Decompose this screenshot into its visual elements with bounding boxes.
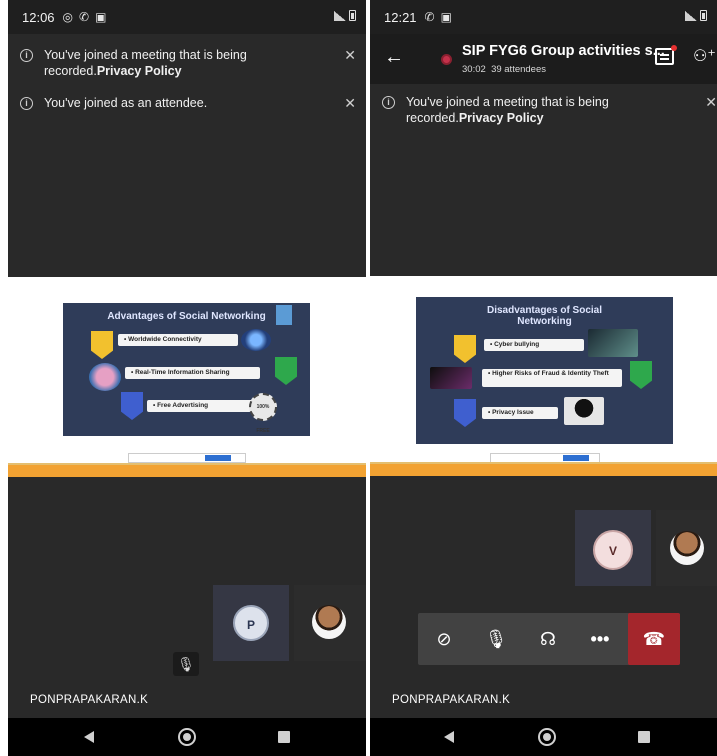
left-phone-screen: 12:06 ◎ ✆ ▣ i You've joined a meeting th… <box>8 0 366 756</box>
back-icon[interactable] <box>444 731 454 743</box>
slide-decoration <box>276 305 292 325</box>
shared-screen-taskbar <box>370 462 717 476</box>
bullet-marker <box>454 399 476 427</box>
mic-off-icon[interactable]: 🎙 <box>470 613 522 665</box>
participant-tile[interactable]: P <box>213 585 289 661</box>
privacy-policy-link[interactable]: Privacy Policy <box>97 64 182 78</box>
mic-muted-icon: 🎙 <box>173 652 199 676</box>
call-controls: ⊘ 🎙 ☊ ••• ☎ <box>418 613 680 665</box>
chat-icon[interactable] <box>655 45 677 65</box>
home-icon[interactable] <box>178 728 196 746</box>
devices-image <box>89 363 121 391</box>
notice-message: You've joined a meeting that is being re… <box>406 94 676 126</box>
close-icon[interactable]: ✕ <box>344 47 356 63</box>
system-indicators <box>685 10 707 21</box>
shared-screen-taskbar <box>8 463 366 477</box>
recents-icon[interactable] <box>638 731 650 743</box>
attendee-count: 39 attendees <box>491 64 546 75</box>
info-icon: i <box>382 96 395 109</box>
slide-bullet: • Real-Time Information Sharing <box>125 367 260 379</box>
shared-screen[interactable]: Disadvantages of Social Networking • Cyb… <box>370 276 717 463</box>
status-time: 12:21 <box>384 9 417 25</box>
home-icon[interactable] <box>538 728 556 746</box>
speaker-name-label: PONPRAPAKARAN.K <box>30 694 149 706</box>
slide-bullet: • Worldwide Connectivity <box>118 334 238 346</box>
status-bar: 12:21 ✆ ▣ <box>370 0 717 34</box>
back-arrow-icon[interactable]: ← <box>384 46 404 69</box>
self-video-tile[interactable] <box>294 585 366 661</box>
hang-up-button[interactable]: ☎ <box>628 613 680 665</box>
phone-icon: ✆ <box>79 10 90 24</box>
presentation-slide: Advantages of Social Networking • Worldw… <box>63 303 310 436</box>
free-badge: 100% FREE <box>249 393 277 434</box>
meeting-subtitle: 30:02 39 attendees <box>462 64 546 75</box>
phone-icon: ✆ <box>424 10 435 24</box>
right-phone-screen: 12:21 ✆ ▣ ← SIP FYG6 Group activities s.… <box>370 0 717 756</box>
slide-bullet: • Privacy Issue <box>482 407 558 419</box>
info-icon: i <box>20 97 33 110</box>
system-indicators <box>334 10 356 21</box>
battery-icon <box>349 10 356 21</box>
self-video-tile[interactable] <box>656 510 717 586</box>
bullet-marker <box>454 335 476 363</box>
bullet-marker <box>630 361 652 389</box>
info-icon: i <box>20 49 33 62</box>
fraud-image <box>430 367 472 389</box>
camera-off-icon[interactable]: ⊘ <box>418 613 470 665</box>
slide-title: Disadvantages of Social Networking <box>486 305 603 327</box>
meeting-duration: 30:02 <box>462 64 486 75</box>
more-options-icon[interactable]: ••• <box>574 613 626 665</box>
recents-icon[interactable] <box>278 731 290 743</box>
slide-bullet: • Cyber bullying <box>484 339 584 351</box>
participant-avatar: P <box>233 605 269 641</box>
app-notification-icon: ▣ <box>440 10 452 24</box>
meeting-title: SIP FYG6 Group activities s... <box>462 43 665 59</box>
close-icon[interactable]: ✕ <box>705 94 717 110</box>
network-globe-image <box>241 329 271 351</box>
notice-message: You've joined a meeting that is being re… <box>44 47 314 79</box>
signal-icon <box>334 10 346 21</box>
unread-dot <box>671 45 677 51</box>
privacy-spy-image <box>564 397 604 425</box>
android-nav-bar <box>370 718 717 756</box>
slide-bullet: • Higher Risks of Fraud & Identity Theft <box>482 369 622 387</box>
speaker-name-label: PONPRAPAKARAN.K <box>392 694 511 706</box>
attendee-notice: i You've joined as an attendee. ✕ <box>8 95 366 113</box>
privacy-policy-link[interactable]: Privacy Policy <box>459 111 544 125</box>
recording-notice: i You've joined a meeting that is being … <box>370 94 717 128</box>
signal-icon <box>685 10 697 21</box>
meeting-header: ← SIP FYG6 Group activities s... 30:02 3… <box>370 34 717 84</box>
participant-tile[interactable]: V <box>575 510 651 586</box>
bullet-marker <box>121 392 143 420</box>
bullet-marker <box>275 357 297 385</box>
cyberbullying-image <box>588 329 638 357</box>
android-nav-bar <box>8 718 366 756</box>
status-time: 12:06 <box>22 9 55 25</box>
battery-icon <box>700 10 707 21</box>
app-notification-icon: ▣ <box>95 10 107 24</box>
status-bar: 12:06 ◎ ✆ ▣ <box>8 0 366 34</box>
self-avatar <box>312 605 346 639</box>
self-avatar <box>670 531 704 565</box>
shared-screen[interactable]: Advantages of Social Networking • Worldw… <box>8 277 366 463</box>
recording-indicator-icon <box>441 54 452 65</box>
slide-title: Advantages of Social Networking <box>107 311 266 322</box>
participant-avatar: V <box>593 530 633 570</box>
close-icon[interactable]: ✕ <box>344 95 356 111</box>
recording-notice: i You've joined a meeting that is being … <box>8 47 366 81</box>
whatsapp-icon: ◎ <box>62 10 74 24</box>
back-icon[interactable] <box>84 731 94 743</box>
notice-text: You've joined as an attendee. <box>44 96 208 110</box>
screen-share-bar <box>128 453 246 463</box>
participants-add-icon[interactable]: ⚇⁺ <box>693 46 716 66</box>
headset-audio-icon[interactable]: ☊ <box>522 613 574 665</box>
slide-bullet: • Free Advertising <box>147 400 257 412</box>
presentation-slide: Disadvantages of Social Networking • Cyb… <box>416 297 673 444</box>
bullet-marker <box>91 331 113 359</box>
